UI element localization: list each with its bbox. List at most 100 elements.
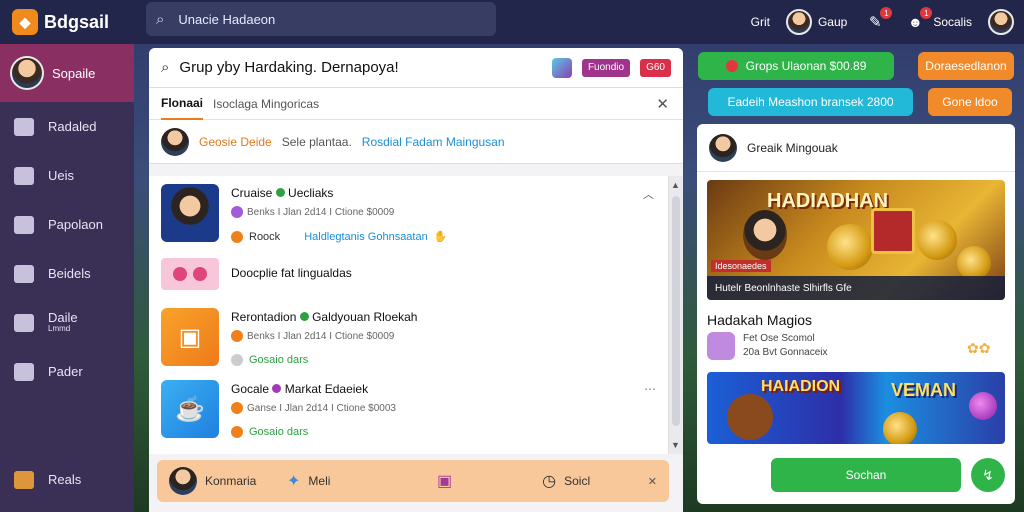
social-badge: 1 bbox=[920, 7, 933, 19]
sidebar-item-bottom[interactable]: Reals bbox=[0, 455, 81, 504]
search-input[interactable]: ⌕ Unacie Hadaeon bbox=[146, 2, 496, 36]
hand-icon: ✋ bbox=[433, 231, 448, 243]
more-icon[interactable]: ⋯ bbox=[644, 382, 656, 396]
alert-icon bbox=[725, 60, 738, 72]
puzzle-icon: ✦ bbox=[287, 473, 301, 490]
coin-icon bbox=[883, 412, 917, 444]
photo-icon[interactable]: ▣ bbox=[437, 471, 452, 491]
close-icon[interactable]: ✕ bbox=[648, 475, 657, 488]
thumbnail bbox=[161, 184, 219, 242]
scrollbar[interactable]: ▲ ▼ bbox=[669, 176, 683, 454]
sidebar-item-profile[interactable]: Sopaile bbox=[0, 44, 134, 102]
cyan-button[interactable]: Eadeih Meashon bransek 2800 bbox=[708, 88, 913, 116]
row-actions: Roock Haldlegtanis Gohnsaatan ✋ bbox=[231, 230, 447, 243]
row-actions: Gosaio dars bbox=[231, 426, 396, 438]
gem-icon bbox=[272, 384, 282, 393]
section-title: Hadakah Magios bbox=[707, 312, 813, 328]
row-meta: Benks I Jlan 2d14 I Ctione $0009 bbox=[231, 206, 447, 218]
social-menu[interactable]: ☻ 1 Socalis bbox=[903, 7, 972, 34]
user-link[interactable]: Rosdial Fadam Maingusan bbox=[362, 135, 505, 149]
list-item[interactable]: ▣ Rerontadion Galdyouan Rloekah Benks I … bbox=[161, 308, 417, 366]
sidebar-item[interactable]: Pader bbox=[0, 347, 134, 396]
row-title: Cruaise Uecliaks bbox=[231, 186, 334, 200]
tab-active[interactable]: Flonaai bbox=[161, 88, 204, 120]
count-badge: G60 bbox=[640, 58, 671, 77]
sidebar-item[interactable]: Beidels bbox=[0, 249, 134, 298]
heart-icon bbox=[193, 267, 207, 281]
avatar bbox=[161, 127, 189, 156]
notification-badge: 1 bbox=[880, 7, 893, 19]
promo-title: Greaik Mingouak bbox=[747, 140, 838, 155]
sidebar-item-label: Daile bbox=[48, 309, 78, 325]
user-line: Geosie Deide Sele plantaa. Rosdial Fadam… bbox=[149, 120, 683, 164]
avatar bbox=[10, 56, 44, 90]
primary-action-button[interactable]: Sochan bbox=[771, 458, 961, 492]
list-item[interactable]: ☕ Gocale Markat Edaeiek Ganse I Jlan 2d1… bbox=[161, 380, 396, 438]
section-line: Fet Ose Scomol bbox=[743, 333, 815, 344]
inbox-icon bbox=[14, 117, 34, 136]
profile-label: Gaup bbox=[817, 15, 848, 29]
lightning-icon: ↯ bbox=[982, 466, 994, 483]
orange-button[interactable]: Doraesedlanon bbox=[918, 52, 1014, 80]
thumbnail bbox=[161, 258, 219, 290]
user-name[interactable]: Geosie Deide bbox=[199, 135, 272, 149]
close-icon[interactable]: ✕ bbox=[656, 95, 669, 113]
dog-image bbox=[727, 394, 773, 440]
sidebar: Sopaile Radaled Ueis Papolaon Beidels Da… bbox=[0, 44, 134, 512]
panel-header: ⌕ Grup yby Hardaking. Dernapoya! Fuondio… bbox=[149, 48, 683, 88]
sidebar-item-label: Reals bbox=[48, 472, 82, 487]
heart-icon bbox=[173, 267, 187, 281]
tab-other[interactable]: Isoclaga Mingoricas bbox=[213, 97, 319, 111]
panel-title: Grup yby Hardaking. Dernapoya! bbox=[179, 59, 399, 76]
sidebar-item-label: Beidels bbox=[48, 266, 91, 281]
notifications-button[interactable]: ✎ 1 bbox=[863, 7, 893, 34]
tag-icon bbox=[231, 426, 243, 438]
bottom-item-mail[interactable]: ✦ Meli bbox=[287, 471, 437, 491]
social-button: ☻ 1 bbox=[903, 7, 933, 34]
group-button[interactable]: Grops Ulaonan $00.89 bbox=[698, 52, 894, 80]
scroll-up-icon[interactable]: ▲ bbox=[671, 180, 680, 190]
list-item[interactable]: Cruaise Uecliaks Benks I Jlan 2d14 I Cti… bbox=[161, 184, 447, 243]
scroll-down-icon[interactable]: ▼ bbox=[671, 440, 680, 450]
gone-button[interactable]: Gone ldoo bbox=[928, 88, 1012, 116]
coin-icon bbox=[917, 220, 957, 260]
game-banner[interactable]: HAIADION VEMAN bbox=[707, 372, 1005, 444]
top-menu-item[interactable]: Grit bbox=[751, 15, 770, 29]
row-title: Gocale Markat Edaeiek bbox=[231, 382, 369, 396]
promo-banner[interactable]: HADIADHAN Idesonaedes Hutelr Beonlnhaste… bbox=[707, 180, 1005, 300]
sidebar-item-label: Papolaon bbox=[48, 217, 103, 232]
tab-bar: Flonaai Isoclaga Mingoricas ✕ bbox=[149, 88, 683, 120]
status-badge: Fuondio bbox=[581, 58, 631, 77]
user-icon bbox=[231, 206, 243, 218]
lightning-button[interactable]: ↯ bbox=[971, 458, 1005, 492]
mail-icon bbox=[14, 470, 34, 489]
sidebar-item[interactable]: Papolaon bbox=[0, 200, 134, 249]
scroll-thumb[interactable] bbox=[672, 196, 680, 426]
user-avatar[interactable] bbox=[988, 9, 1014, 35]
row-tag: Roock bbox=[249, 230, 281, 243]
top-bar: ◆ Bdgsail ⌕ Unacie Hadaeon Grit Gaup ✎ 1… bbox=[0, 0, 1024, 44]
profile-menu[interactable]: Gaup bbox=[785, 9, 848, 35]
list-item[interactable]: Doocplie fat lingualdas bbox=[161, 258, 352, 290]
logo-icon: ◆ bbox=[12, 9, 38, 35]
bottom-item-social[interactable]: ◷ Soicl bbox=[542, 471, 648, 491]
flower-icon: ✿✿ bbox=[967, 340, 991, 356]
banner-title: HADIADHAN bbox=[767, 190, 889, 212]
avatar bbox=[785, 9, 812, 35]
avatar bbox=[169, 467, 197, 495]
app-logo[interactable]: ◆ Bdgsail bbox=[0, 9, 134, 35]
sidebar-item[interactable]: Radaled bbox=[0, 102, 134, 151]
user-text: Sele plantaa. bbox=[281, 134, 352, 149]
collapse-icon[interactable]: ︿ bbox=[643, 186, 654, 202]
bottom-item-profile[interactable]: Konmaria bbox=[169, 467, 287, 495]
sidebar-item-label: Ueis bbox=[48, 168, 75, 183]
sidebar-item[interactable]: Ueis bbox=[0, 151, 134, 200]
message-list: Cruaise Uecliaks Benks I Jlan 2d14 I Cti… bbox=[149, 176, 669, 454]
clock-icon: ◷ bbox=[542, 473, 557, 490]
row-link[interactable]: Haldlegtanis Gohnsaatan bbox=[304, 231, 428, 243]
bottom-action-bar: Konmaria ✦ Meli ▣ ◷ Soicl ✕ bbox=[157, 460, 669, 502]
bottom-item-label: Soicl bbox=[564, 474, 591, 488]
character-image bbox=[743, 210, 787, 260]
sidebar-item[interactable]: Daile Lmmd bbox=[0, 298, 134, 347]
chart-icon bbox=[14, 313, 34, 332]
